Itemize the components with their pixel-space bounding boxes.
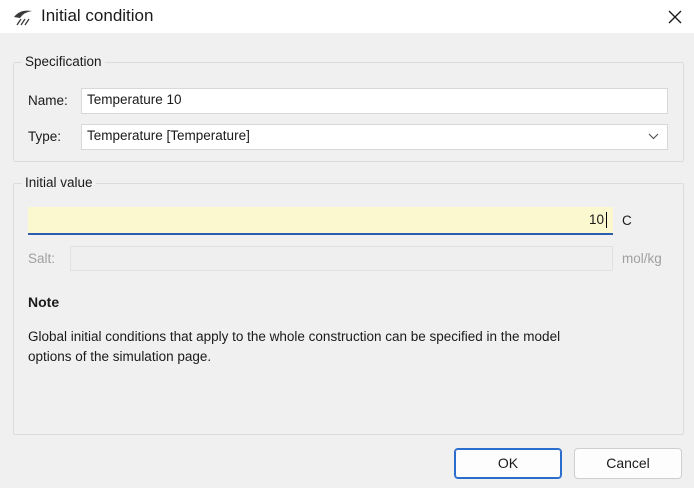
note-title: Note — [28, 294, 60, 310]
temperature-value: 10 — [588, 212, 604, 227]
text-caret — [606, 212, 607, 229]
ok-button[interactable]: OK — [454, 448, 562, 479]
salt-unit: mol/kg — [622, 251, 662, 266]
chevron-down-icon — [648, 133, 659, 140]
wave-icon — [12, 7, 34, 27]
temperature-unit: C — [622, 213, 632, 228]
initial-value-legend: Initial value — [22, 175, 96, 190]
name-field[interactable]: Temperature 10 — [81, 88, 668, 114]
close-button[interactable] — [660, 3, 690, 30]
note-line-1: Global initial conditions that apply to … — [28, 329, 561, 344]
type-select[interactable]: Temperature [Temperature] — [81, 124, 668, 150]
salt-input[interactable] — [70, 246, 613, 271]
close-icon — [668, 10, 682, 24]
title-bar: Initial condition — [0, 0, 694, 33]
salt-label: Salt: — [28, 251, 56, 266]
name-label: Name: — [28, 93, 68, 108]
specification-legend: Specification — [22, 54, 105, 69]
note-line-2: options of the simulation page. — [28, 349, 212, 364]
type-label: Type: — [28, 129, 62, 144]
temperature-value-input[interactable]: 10 — [28, 207, 613, 235]
cancel-button[interactable]: Cancel — [574, 448, 682, 479]
type-select-value: Temperature [Temperature] — [87, 128, 250, 143]
window-title: Initial condition — [41, 6, 154, 25]
